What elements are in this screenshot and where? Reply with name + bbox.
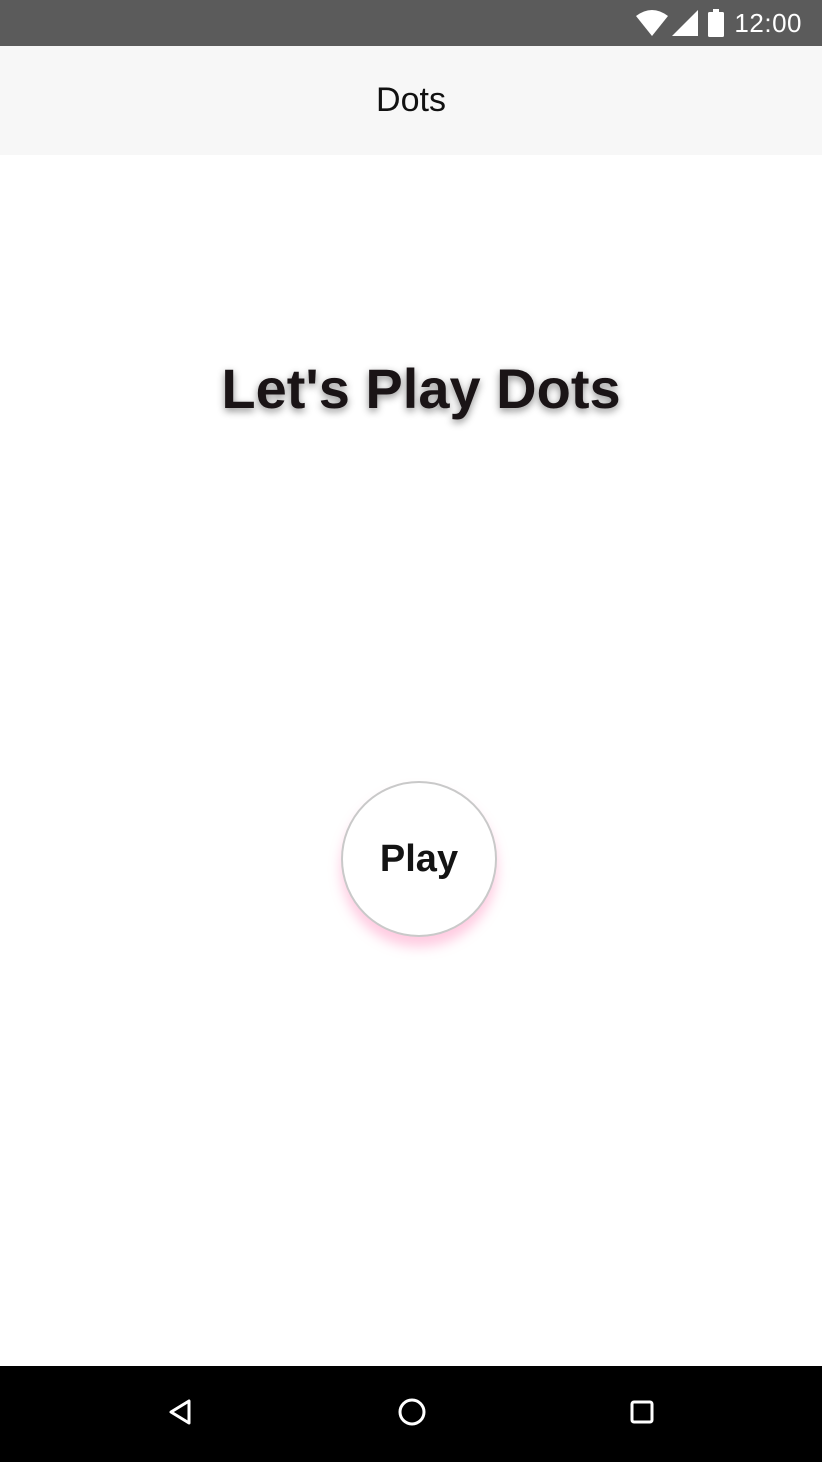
play-button[interactable]: Play [341,781,497,937]
play-button-label: Play [379,837,459,880]
back-icon [167,1398,193,1431]
status-bar: 12:00 [0,0,822,46]
recents-icon [629,1399,655,1430]
navigation-bar [0,1366,822,1462]
headline: Let's Play Dots [221,357,621,420]
status-time: 12:00 [734,7,802,38]
status-icons: 12:00 [636,0,802,46]
back-button[interactable] [156,1390,204,1438]
battery-icon [708,9,725,37]
signal-icon [672,10,699,36]
app-header: Dots [0,46,822,155]
wifi-icon [636,10,669,36]
screen: 12:00 Dots Let's Play Dots Play [0,0,822,1462]
home-button[interactable] [388,1390,436,1438]
app-title: Dots [376,81,446,119]
recents-button[interactable] [618,1390,666,1438]
home-icon [397,1397,427,1432]
